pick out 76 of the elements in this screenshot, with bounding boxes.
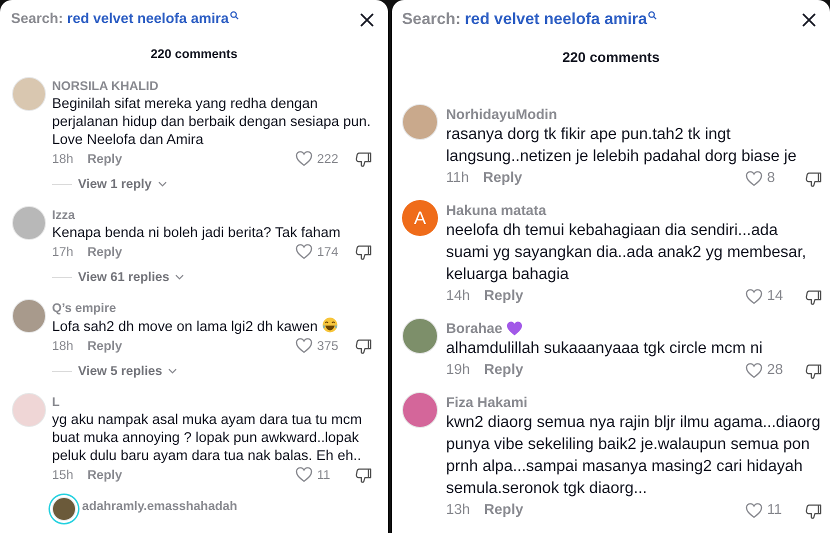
comment-time: 11h xyxy=(446,169,469,188)
comment-time: 19h xyxy=(446,361,470,380)
heart-icon[interactable] xyxy=(745,288,763,306)
like-count: 28 xyxy=(767,361,784,380)
search-query[interactable]: red velvet neelofa amira xyxy=(464,8,648,32)
reply-link[interactable]: Reply xyxy=(484,500,524,522)
search-label: Search: xyxy=(402,10,461,30)
heart-icon[interactable] xyxy=(745,170,763,188)
comment-text: rasanya dorg tk fikir ape pun.tah2 tk ingt langsung..netizen je lelebih padahal dorg biase je xyxy=(446,125,798,167)
like-count: 14 xyxy=(767,287,784,306)
username[interactable]: adahramly.emasshahadah xyxy=(82,497,238,515)
username[interactable]: Izza xyxy=(52,206,75,224)
view-replies-link[interactable]: View 61 replies xyxy=(78,267,170,287)
avatar-letter: A xyxy=(414,206,426,230)
dislike-icon[interactable] xyxy=(355,150,372,168)
reply-link[interactable]: Reply xyxy=(482,168,522,190)
search-query[interactable]: red velvet neelofa amira xyxy=(67,9,229,31)
heart-icon[interactable] xyxy=(295,150,313,168)
laughing-emoji-icon xyxy=(322,317,338,333)
username[interactable]: L xyxy=(52,393,60,411)
username[interactable]: Hakuna matata xyxy=(446,200,546,220)
like-count: 11 xyxy=(767,501,782,520)
comment-time: 15h xyxy=(52,466,74,484)
heart-emoji-icon xyxy=(506,320,524,336)
reply-link[interactable]: Reply xyxy=(87,336,122,356)
dislike-icon[interactable] xyxy=(805,502,822,520)
comment-time: 13h xyxy=(446,501,470,520)
heart-icon[interactable] xyxy=(295,243,313,260)
reply-link[interactable]: Reply xyxy=(87,242,122,262)
search-icon[interactable] xyxy=(648,11,658,20)
dislike-icon[interactable] xyxy=(805,170,822,188)
dislike-icon[interactable] xyxy=(355,338,372,354)
chevron-down-icon[interactable] xyxy=(158,181,167,187)
view-replies-link[interactable]: View 1 reply xyxy=(78,174,152,194)
comment-text: Beginilah sifat mereka yang redha dengan perjalanan hidup dan berbaik dengan sesiapa pun. Love Neelofa dan Amira xyxy=(52,95,372,149)
like-count: 375 xyxy=(317,337,338,356)
reply-link[interactable]: Reply xyxy=(87,465,122,485)
comment-text: alhamdulillah sukaaanyaaa tgk circle mcm ni xyxy=(446,339,764,359)
comment-time: 18h xyxy=(52,337,74,356)
heart-icon[interactable] xyxy=(295,466,313,484)
reply-link[interactable]: Reply xyxy=(484,360,524,382)
dislike-icon[interactable] xyxy=(355,244,372,260)
like-count: 222 xyxy=(317,150,338,168)
username[interactable]: Borahae xyxy=(446,318,524,338)
username[interactable]: NORSILA KHALID xyxy=(52,77,158,95)
comment-text: yg aku nampak asal muka ayam dara tua tu mcm buat muka annoying ? lopak pun awkward..lopak peluk dulu baru ayam dara tua nak balas. Eh eh.. xyxy=(52,411,363,465)
heart-icon[interactable] xyxy=(745,362,763,380)
chevron-down-icon[interactable] xyxy=(168,368,178,374)
like-count: 11 xyxy=(317,466,330,484)
view-replies-link[interactable]: View 5 replies xyxy=(78,361,162,381)
comment-text: Lofa sah2 dh move on lama lgi2 dh kawen xyxy=(52,317,372,336)
comment-text: neelofa dh temui kebahagiaan dia sendiri...ada suami yg sayangkan dia..ada anak2 yg membesar, keluarga bahagia xyxy=(446,221,808,285)
comment-time: 18h xyxy=(52,150,74,168)
comment-text: Kenapa benda ni boleh jadi berita? Tak faham xyxy=(52,224,342,242)
search-icon[interactable] xyxy=(230,11,239,20)
username[interactable]: Fiza Hakami xyxy=(446,392,528,412)
comment-time: 17h xyxy=(52,243,74,262)
dislike-icon[interactable] xyxy=(355,466,372,484)
close-icon[interactable] xyxy=(360,13,374,27)
dislike-icon[interactable] xyxy=(805,362,822,380)
comment-count: 220 comments xyxy=(150,46,238,63)
comment-time: 14h xyxy=(446,287,470,306)
close-icon[interactable] xyxy=(802,13,816,27)
search-label: Search: xyxy=(11,10,64,30)
heart-icon[interactable] xyxy=(745,502,763,520)
dislike-icon[interactable] xyxy=(805,288,822,306)
heart-icon[interactable] xyxy=(295,337,313,354)
comment-text: kwn2 diaorg semua nya rajin bljr ilmu agama...diaorg punya vibe sekeliling baik2 je.walaupun semua pon prnh alpa...sampai masanya masing2 cari hidayah semula.seronok tgk diaorg... xyxy=(446,413,822,499)
comment-count: 220 comments xyxy=(561,48,661,67)
username[interactable]: Q’s empire xyxy=(52,299,116,317)
like-count: 8 xyxy=(767,169,776,188)
chevron-down-icon[interactable] xyxy=(175,274,184,280)
reply-link[interactable]: Reply xyxy=(87,149,122,169)
like-count: 174 xyxy=(317,243,338,262)
username[interactable]: NorhidayuModin xyxy=(446,104,558,124)
reply-link[interactable]: Reply xyxy=(484,286,524,308)
